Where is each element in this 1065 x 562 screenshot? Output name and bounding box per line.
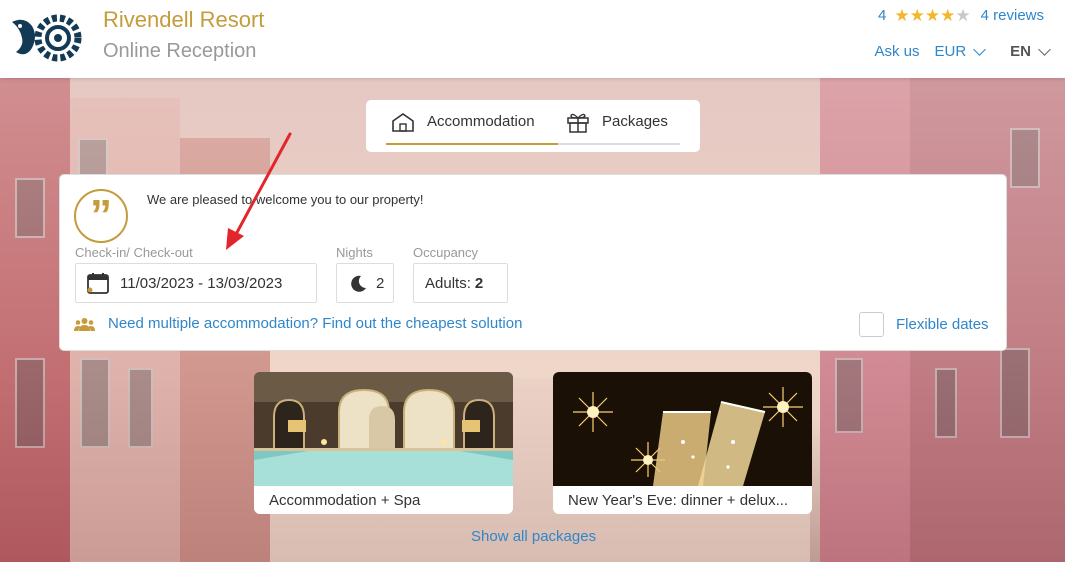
rating-summary: 4 ★ ★ ★ ★ ★ 4 reviews bbox=[878, 7, 1044, 24]
flexible-dates-label: Flexible dates bbox=[896, 316, 989, 333]
chevron-down-icon bbox=[1038, 42, 1051, 56]
booking-tabs: Accommodation Packages bbox=[366, 100, 700, 152]
checkin-label: Check-in/ Check-out bbox=[75, 245, 193, 260]
tab-label: Packages bbox=[602, 113, 668, 130]
language-select[interactable]: EN bbox=[1010, 42, 1051, 60]
occupancy-label: Occupancy bbox=[413, 245, 479, 260]
adults-label: Adults: bbox=[425, 274, 471, 292]
date-range-value: 11/03/2023 - 13/03/2023 bbox=[120, 274, 283, 292]
package-card[interactable]: New Year's Eve: dinner + delux... bbox=[553, 372, 812, 514]
nights-label: Nights bbox=[336, 245, 373, 260]
currency-value: EUR bbox=[934, 43, 967, 60]
star-empty-icon: ★ bbox=[955, 6, 971, 25]
flexible-dates-checkbox[interactable] bbox=[859, 312, 884, 337]
package-card[interactable]: Accommodation + Spa bbox=[254, 372, 513, 514]
site-header: Rivendell Resort Online Reception 4 ★ ★ … bbox=[0, 0, 1065, 78]
annotation-arrow bbox=[226, 132, 292, 250]
reviews-link[interactable]: 4 reviews bbox=[981, 7, 1044, 24]
rating-value: 4 bbox=[878, 7, 887, 24]
brand-subtitle: Online Reception bbox=[103, 40, 257, 62]
champagne-sparklers-image bbox=[553, 372, 812, 486]
multiple-accommodation-text: Need multiple accommodation? Find out th… bbox=[108, 315, 523, 332]
language-value: EN bbox=[1010, 43, 1031, 60]
chevron-down-icon bbox=[973, 42, 987, 56]
adults-value: 2 bbox=[474, 274, 484, 292]
star-icon: ★ bbox=[924, 6, 941, 25]
nights-field[interactable]: 2 bbox=[336, 263, 394, 303]
tab-packages[interactable]: Packages bbox=[558, 100, 680, 145]
resort-logo-icon bbox=[12, 14, 82, 62]
package-title: New Year's Eve: dinner + delux... bbox=[568, 492, 789, 509]
package-title: Accommodation + Spa bbox=[269, 492, 421, 509]
date-range-input[interactable]: 11/03/2023 - 13/03/2023 bbox=[75, 263, 317, 303]
ask-us-link[interactable]: Ask us bbox=[874, 43, 919, 60]
multiple-accommodation-link[interactable]: Need multiple accommodation? Find out th… bbox=[74, 315, 522, 332]
tab-label: Accommodation bbox=[427, 113, 535, 130]
star-icon: ★ bbox=[894, 6, 910, 25]
gift-icon bbox=[567, 113, 589, 133]
rating-stars: ★ ★ ★ ★ ★ bbox=[894, 7, 970, 24]
group-icon bbox=[74, 317, 95, 331]
currency-select[interactable]: EUR bbox=[934, 42, 987, 60]
booking-panel: ” We are pleased to welcome you to our p… bbox=[59, 174, 1007, 351]
quote-icon: ” bbox=[74, 189, 128, 243]
moon-icon bbox=[351, 275, 366, 292]
occupancy-field[interactable]: Adults: 2 bbox=[413, 263, 508, 303]
tab-accommodation[interactable]: Accommodation bbox=[386, 100, 558, 145]
brand-title: Rivendell Resort bbox=[103, 7, 265, 32]
calendar-icon bbox=[87, 273, 109, 294]
indoor-pool-image bbox=[254, 372, 513, 486]
top-nav: Ask us EUR EN bbox=[874, 42, 1051, 60]
star-icon: ★ bbox=[909, 6, 925, 25]
house-icon bbox=[392, 112, 414, 132]
nights-value: 2 bbox=[376, 274, 385, 292]
star-icon: ★ bbox=[940, 6, 956, 25]
flexible-dates-option[interactable]: Flexible dates bbox=[859, 312, 989, 337]
show-all-packages-link[interactable]: Show all packages bbox=[471, 528, 596, 545]
